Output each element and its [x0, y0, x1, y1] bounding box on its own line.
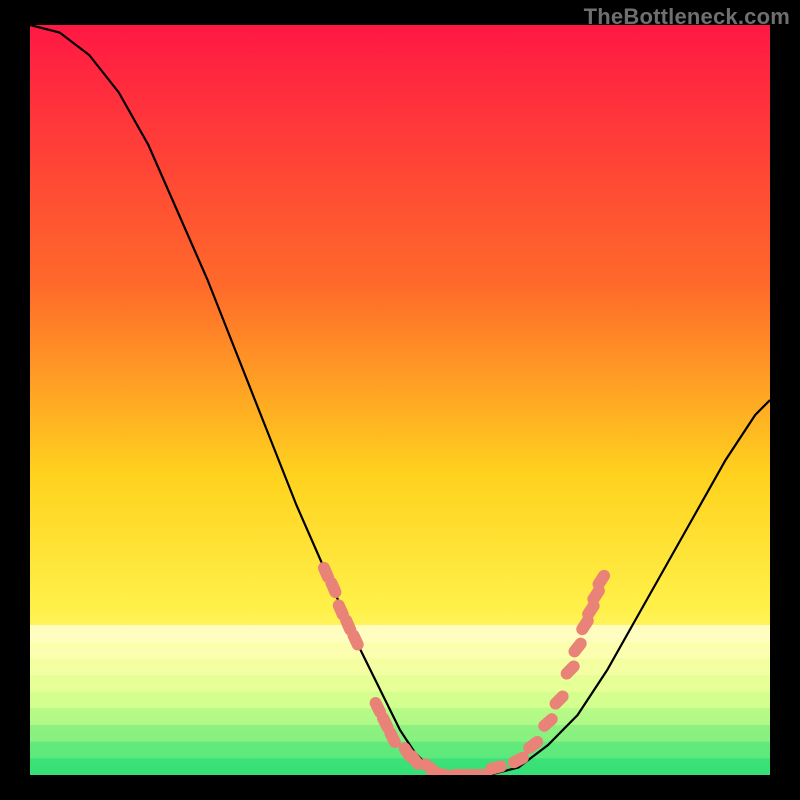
bottleneck-chart-svg — [30, 25, 770, 775]
bottom-color-bands — [30, 625, 770, 775]
watermark-text: TheBottleneck.com — [584, 4, 790, 30]
chart-plot-area — [30, 25, 770, 775]
